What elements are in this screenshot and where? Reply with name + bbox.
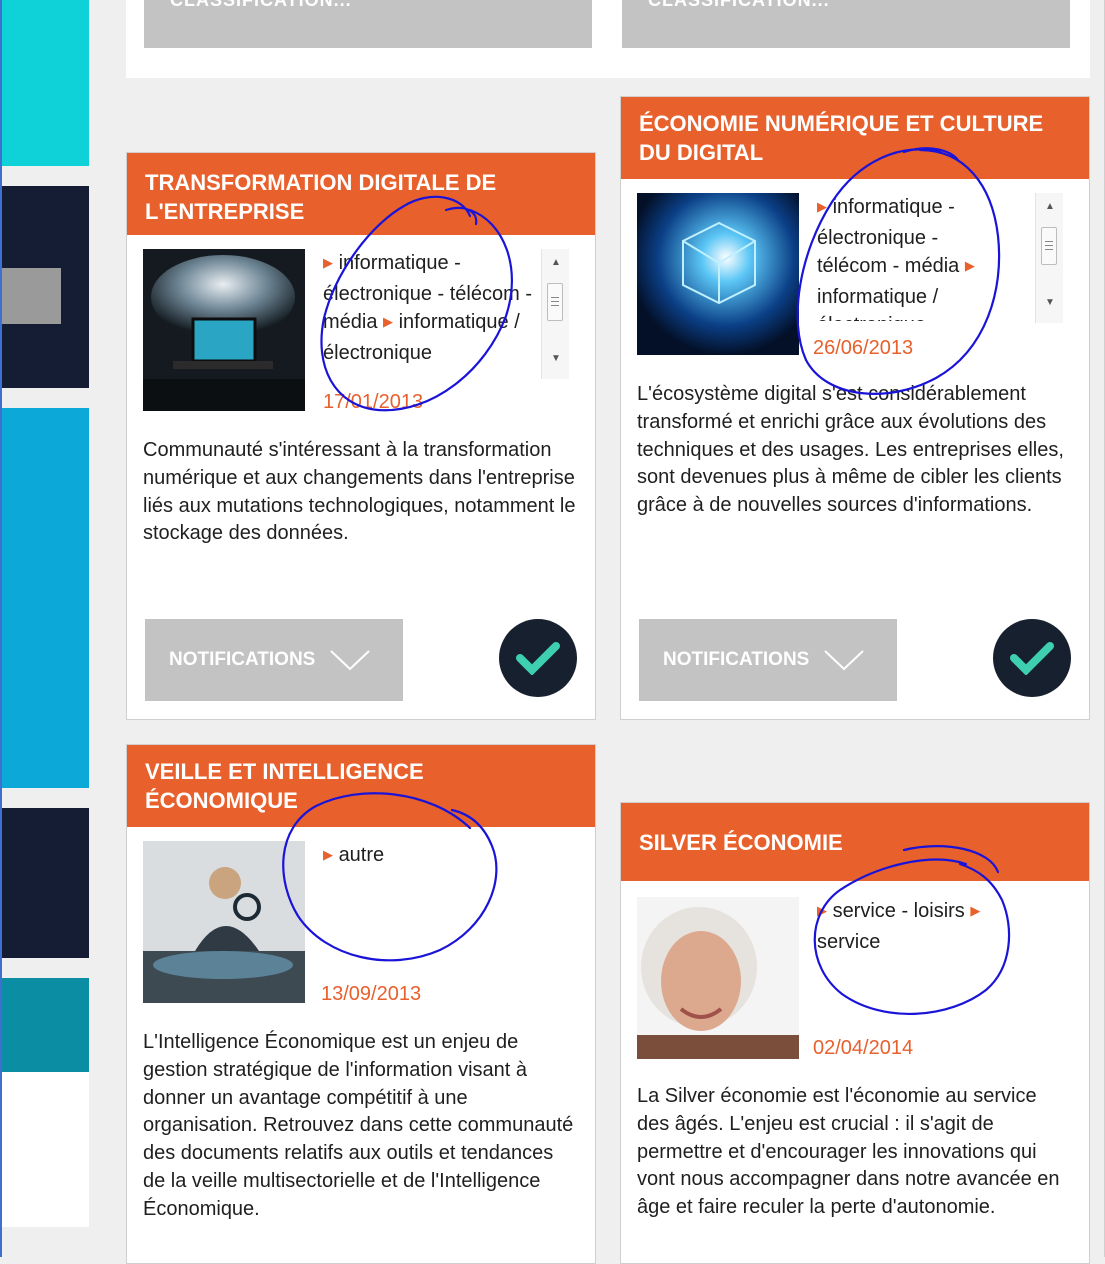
- triangle-bullet-icon: ▶: [964, 258, 975, 273]
- card-title[interactable]: VEILLE ET INTELLIGENCE ÉCONOMIQUE: [127, 745, 595, 827]
- classification-button[interactable]: CLASSIFICATION...: [144, 0, 592, 48]
- card-date: 02/04/2014: [813, 1037, 914, 1059]
- card-title[interactable]: TRANSFORMATION DIGITALE DE L'ENTREPRISE: [127, 153, 595, 235]
- triangle-bullet-icon: ▶: [970, 903, 981, 918]
- card-date: 26/06/2013: [813, 337, 914, 359]
- notifications-button[interactable]: NOTIFICATIONS: [145, 619, 403, 701]
- triangle-bullet-icon: ▶: [323, 847, 333, 862]
- check-icon: [1010, 642, 1054, 675]
- scroll-down-icon[interactable]: ▼: [542, 353, 570, 364]
- tags-list: ▶ informatique - électronique - télécom …: [323, 249, 543, 377]
- tag-text[interactable]: service: [817, 931, 880, 953]
- notifications-button[interactable]: NOTIFICATIONS: [639, 619, 897, 701]
- subscribed-check-button[interactable]: [499, 619, 577, 697]
- triangle-bullet-icon: ▶: [817, 903, 827, 918]
- triangle-bullet-icon: ▶: [817, 199, 827, 214]
- card-description: L'écosystème digital s'est considérablem…: [637, 383, 1064, 517]
- senior-woman-image[interactable]: [637, 897, 799, 1059]
- tags-list: ▶ autre: [323, 841, 543, 881]
- magnifier-businessman-image[interactable]: [143, 841, 305, 1003]
- sidebar-gray-tab[interactable]: [2, 268, 61, 324]
- card-date: 17/01/2013: [323, 391, 424, 413]
- tag-text[interactable]: service - loisirs: [833, 900, 965, 922]
- chevron-down-icon: [824, 650, 865, 671]
- sidebar-tile-teal[interactable]: [2, 978, 89, 1072]
- community-card: ÉCONOMIE NUMÉRIQUE ET CULTURE DU DIGITAL…: [620, 96, 1090, 720]
- tags-scrollbar[interactable]: ▲ ▼: [1035, 193, 1063, 323]
- sidebar-tile-blue[interactable]: [2, 408, 89, 788]
- scroll-down-icon[interactable]: ▼: [1036, 297, 1064, 308]
- community-card: SILVER ÉCONOMIE ▶ service - loisirs ▶ se…: [620, 802, 1090, 1264]
- digital-transformation-image[interactable]: [143, 249, 305, 411]
- subscribed-check-button[interactable]: [993, 619, 1071, 697]
- card-title[interactable]: SILVER ÉCONOMIE: [621, 803, 1089, 881]
- sidebar-tile-white: [2, 1072, 89, 1227]
- tags-scrollbar[interactable]: ▲ ▼: [541, 249, 569, 379]
- sidebar-tile-cyan[interactable]: [2, 0, 89, 166]
- digital-cube-image[interactable]: [637, 193, 799, 355]
- top-classification-panel: CLASSIFICATION... CLASSIFICATION...: [126, 0, 1090, 78]
- chevron-down-icon: [330, 650, 371, 671]
- scrollbar-thumb[interactable]: [1041, 227, 1057, 265]
- classification-button[interactable]: CLASSIFICATION...: [622, 0, 1070, 48]
- card-title[interactable]: ÉCONOMIE NUMÉRIQUE ET CULTURE DU DIGITAL: [621, 97, 1089, 179]
- tags-list: ▶ service - loisirs ▶ service: [817, 897, 1027, 957]
- scroll-up-icon[interactable]: ▲: [1036, 201, 1064, 212]
- check-icon: [516, 642, 560, 675]
- card-description: Communauté s'intéressant à la transforma…: [143, 439, 576, 545]
- community-card: VEILLE ET INTELLIGENCE ÉCONOMIQUE ▶ autr…: [126, 744, 596, 1264]
- tag-text[interactable]: informatique / électronique: [817, 286, 938, 322]
- tag-text[interactable]: informatique - électronique - télécom - …: [817, 196, 959, 277]
- tags-list: ▶ informatique - électronique - télécom …: [817, 193, 1007, 321]
- card-description: L'Intelligence Économique est un enjeu d…: [143, 1031, 574, 1220]
- triangle-bullet-icon: ▶: [383, 314, 394, 329]
- scroll-up-icon[interactable]: ▲: [542, 257, 570, 268]
- card-description: La Silver économie est l'économie au ser…: [637, 1085, 1060, 1219]
- tag-text[interactable]: autre: [339, 844, 385, 866]
- triangle-bullet-icon: ▶: [323, 255, 333, 270]
- card-date: 13/09/2013: [321, 983, 422, 1005]
- community-card: TRANSFORMATION DIGITALE DE L'ENTREPRISE …: [126, 152, 596, 720]
- scrollbar-thumb[interactable]: [547, 283, 563, 321]
- sidebar-tile-navy-2[interactable]: [2, 808, 89, 958]
